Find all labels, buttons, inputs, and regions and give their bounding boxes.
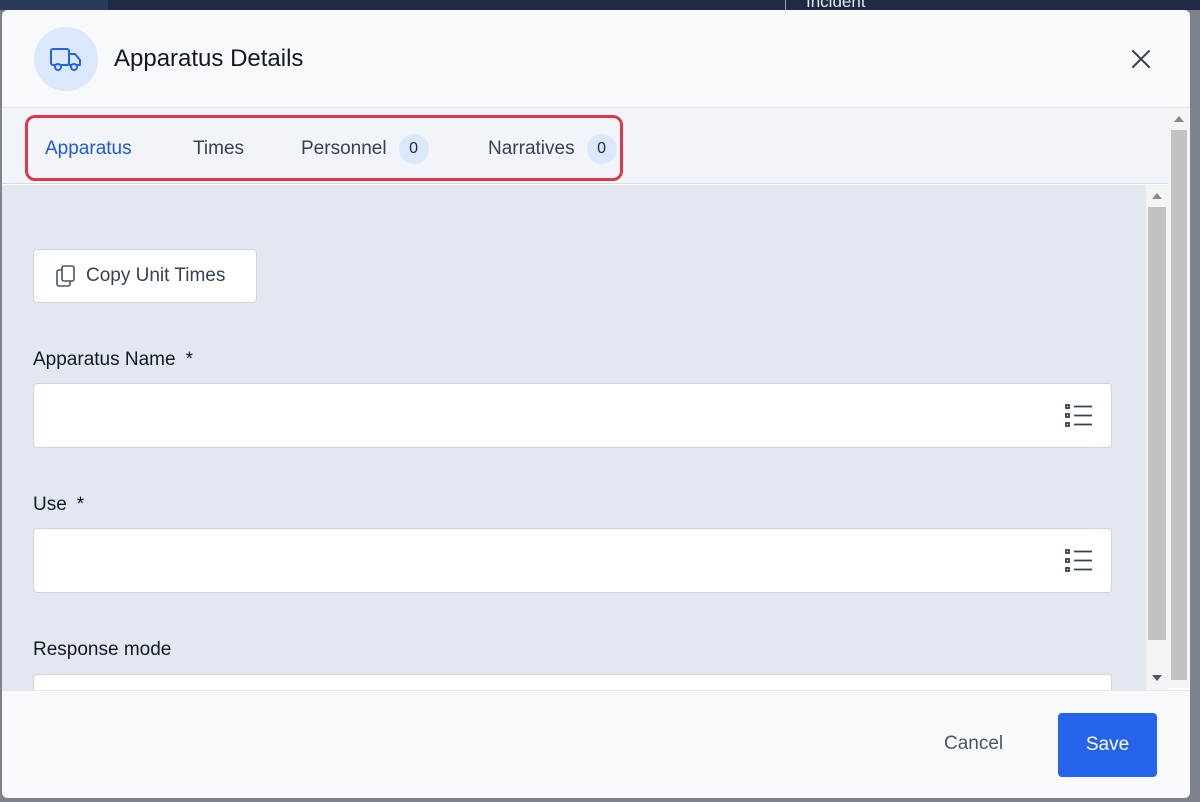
tab-label: Apparatus xyxy=(45,138,132,159)
save-button[interactable]: Save xyxy=(1058,713,1157,777)
content-scrollbar[interactable] xyxy=(1146,185,1168,690)
list-icon[interactable] xyxy=(1065,548,1093,574)
use-field[interactable] xyxy=(33,528,1112,593)
copy-icon xyxy=(56,265,75,287)
close-button[interactable] xyxy=(1126,44,1156,74)
dialog-footer: Cancel Save xyxy=(2,690,1190,798)
background-divider xyxy=(785,0,786,10)
tab-label: Times xyxy=(193,138,245,159)
apparatus-name-label: Apparatus Name * xyxy=(33,349,193,371)
tab-label: Personnel xyxy=(301,138,387,159)
copy-unit-times-button[interactable]: Copy Unit Times xyxy=(33,249,257,303)
narratives-count-badge: 0 xyxy=(586,134,617,164)
response-mode-field[interactable] xyxy=(33,674,1112,690)
scroll-up-arrow[interactable] xyxy=(1174,116,1184,122)
scrollbar-thumb[interactable] xyxy=(1171,130,1187,680)
background-topbar-accent xyxy=(0,0,108,10)
tab-bar: Apparatus Times Personnel 0 Narratives 0 xyxy=(2,108,1168,184)
dialog-header: Apparatus Details xyxy=(2,10,1190,108)
scrollbar-thumb[interactable] xyxy=(1148,207,1166,640)
tab-personnel[interactable]: Personnel 0 xyxy=(301,134,429,164)
scroll-down-arrow[interactable] xyxy=(1152,675,1162,681)
required-marker: * xyxy=(185,349,193,370)
response-mode-label: Response mode xyxy=(33,639,171,661)
close-icon xyxy=(1132,50,1150,68)
use-label: Use * xyxy=(33,494,84,516)
tab-times[interactable]: Times xyxy=(193,134,244,164)
dialog-scrollbar[interactable] xyxy=(1168,108,1190,688)
tab-apparatus[interactable]: Apparatus xyxy=(45,134,132,164)
field-label-text: Response mode xyxy=(33,639,172,660)
dialog-content: Copy Unit Times Apparatus Name * Use * Res… xyxy=(2,185,1146,690)
list-icon[interactable] xyxy=(1065,403,1093,429)
required-marker: * xyxy=(76,494,85,515)
dialog-title: Apparatus Details xyxy=(114,45,304,72)
apparatus-name-field[interactable] xyxy=(33,383,1112,448)
truck-icon xyxy=(34,27,98,91)
scroll-up-arrow[interactable] xyxy=(1152,193,1162,199)
tab-narratives[interactable]: Narratives 0 xyxy=(488,134,617,164)
cancel-button[interactable]: Cancel xyxy=(944,733,1003,755)
copy-unit-times-label: Copy Unit Times xyxy=(86,265,226,286)
field-label-text: Apparatus Name xyxy=(33,349,176,370)
background-topbar xyxy=(0,0,1200,10)
apparatus-details-dialog: Apparatus Details Apparatus Times Person… xyxy=(2,10,1190,798)
tab-label: Narratives xyxy=(488,138,575,159)
personnel-count-badge: 0 xyxy=(398,134,429,164)
field-label-text: Use xyxy=(33,494,67,515)
